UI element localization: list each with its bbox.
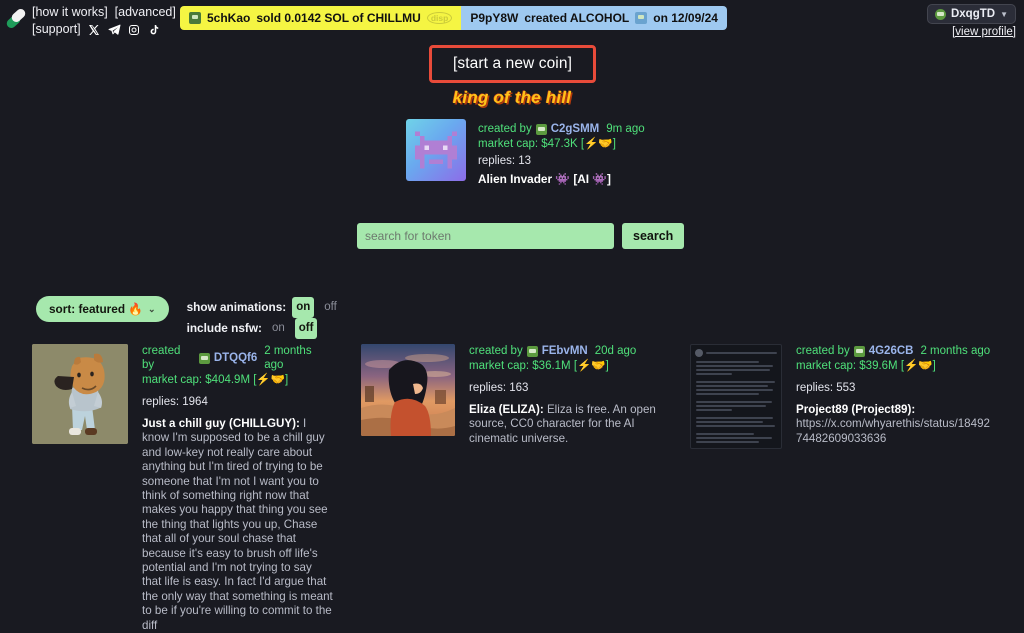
coin-creator-row: created by C2gSMM 9m ago: [478, 122, 645, 136]
creation-age: 9m ago: [606, 123, 645, 135]
market-cap: market cap: $39.6M [⚡🤝]: [796, 360, 936, 372]
coin-description: Project89 (Project89): https://x.com/why…: [796, 403, 991, 446]
creation-age: 2 months ago: [920, 345, 991, 357]
coin-description: Eliza (ELIZA): Eliza is free. An open so…: [469, 403, 662, 446]
include-nsfw-off[interactable]: off: [294, 318, 318, 339]
profile-menu-button[interactable]: DxqgTD ▼: [926, 4, 1016, 24]
space-invader-icon: [406, 119, 466, 181]
coin-creator-row: created by FEbvMN 20d ago: [469, 344, 662, 358]
coin-title: Eliza (ELIZA):: [469, 403, 544, 416]
sort-label: sort: featured 🔥: [49, 302, 144, 316]
nav-links: [how it works] [advanced] [support]: [32, 5, 202, 37]
instagram-icon[interactable]: [128, 23, 141, 36]
include-nsfw-on[interactable]: on: [268, 318, 289, 339]
coin-grid: created by DTQQf6 2 months ago market ca…: [32, 344, 992, 633]
chevron-down-icon: ⌄: [148, 303, 156, 314]
avatar: [853, 345, 865, 357]
coin-title: Project89 (Project89):: [796, 403, 916, 416]
creator-name[interactable]: C2gSMM: [551, 122, 600, 136]
include-nsfw-label: include nsfw:: [186, 321, 262, 335]
created-by-label: created by: [142, 345, 181, 371]
ticker-item[interactable]: 5chKao sold 0.0142 SOL of CHILLMU disp: [180, 6, 462, 30]
coin-creator-row: created by 4G26CB 2 months ago: [796, 344, 991, 358]
market-cap: market cap: $404.9M [⚡🤝]: [142, 374, 289, 386]
coin-card[interactable]: created by 4G26CB 2 months ago market ca…: [690, 344, 991, 633]
start-a-new-coin-button[interactable]: [start a new coin]: [429, 45, 596, 83]
coin-description-text: https://x.com/whyarethis/status/18492744…: [796, 417, 990, 445]
avatar: [526, 345, 538, 357]
top-navigation-bar: [how it works] [advanced] [support] 5chK…: [0, 0, 1024, 38]
replies-count: replies: 13: [478, 155, 532, 167]
avatar: [535, 123, 547, 135]
coin-name: Alien Invader 👾 [AI 👾]: [478, 172, 611, 186]
nav-advanced[interactable]: [advanced]: [115, 5, 176, 19]
profile-area: DxqgTD ▼ [view profile]: [926, 4, 1016, 38]
avatar: [635, 12, 648, 24]
show-animations-off[interactable]: off: [320, 297, 341, 318]
filter-controls: sort: featured 🔥 ⌄ show animations: on o…: [36, 296, 341, 339]
ticker-user: 5chKao: [207, 11, 251, 25]
chill-guy-dog-thumbnail: [32, 344, 128, 444]
chevron-down-icon: ▼: [1000, 9, 1008, 19]
pill-logo-icon[interactable]: [4, 7, 28, 30]
coin-title: Just a chill guy (CHILLGUY):: [142, 417, 300, 430]
show-animations-toggle: show animations: on off: [187, 297, 341, 318]
coin-creator-row: created by DTQQf6 2 months ago: [142, 344, 333, 372]
avatar: [934, 8, 946, 20]
coin-description: Just a chill guy (CHILLGUY): I know I'm …: [142, 417, 333, 633]
avatar: [189, 12, 201, 24]
search-input[interactable]: [357, 223, 614, 249]
ticker-item[interactable]: P9pY8W created ALCOHOL on 12/09/24: [461, 6, 727, 30]
x-twitter-icon[interactable]: [88, 23, 101, 36]
nav-support[interactable]: [support]: [32, 22, 81, 37]
creator-name[interactable]: DTQQf6: [214, 351, 257, 365]
creator-name[interactable]: FEbvMN: [542, 344, 588, 358]
replies-count: replies: 163: [469, 382, 529, 394]
include-nsfw-toggle: include nsfw: on off: [187, 318, 341, 339]
profile-name: DxqgTD: [950, 8, 996, 20]
tiktok-icon[interactable]: [148, 23, 161, 36]
search-bar: search: [357, 223, 685, 249]
creation-age: 20d ago: [594, 345, 637, 357]
ticker-user: P9pY8W: [470, 11, 519, 25]
market-cap: market cap: $36.1M [⚡🤝]: [469, 360, 609, 372]
ticker-tag: disp: [426, 11, 453, 25]
coin-card[interactable]: created by DTQQf6 2 months ago market ca…: [32, 344, 333, 633]
telegram-icon[interactable]: [108, 23, 121, 36]
show-animations-label: show animations:: [186, 300, 287, 314]
tweet-screenshot-thumbnail: [690, 344, 782, 449]
replies-count: replies: 553: [796, 382, 856, 394]
view-profile-link[interactable]: [view profile]: [927, 26, 1016, 38]
created-by-label: created by: [469, 345, 523, 357]
created-by-label: created by: [478, 123, 532, 135]
creation-age: 2 months ago: [264, 345, 312, 371]
nav-how-it-works[interactable]: [how it works]: [32, 5, 108, 19]
king-of-the-hill-title: king of the hill: [452, 88, 572, 107]
coin-card[interactable]: created by FEbvMN 20d ago market cap: $3…: [361, 344, 662, 633]
anime-desert-thumbnail: [361, 344, 455, 436]
ticker-date: on 12/09/24: [653, 11, 718, 25]
coin-description-text: I know I'm supposed to be a chill guy an…: [142, 417, 333, 632]
ticker-action: sold 0.0142 SOL of CHILLMU: [256, 11, 421, 25]
replies-count: replies: 1964: [142, 396, 208, 408]
activity-ticker: 5chKao sold 0.0142 SOL of CHILLMU disp P…: [180, 6, 727, 30]
ticker-action: created ALCOHOL: [524, 11, 630, 25]
market-cap: market cap: $47.3K [⚡🤝]: [478, 138, 616, 150]
creator-name[interactable]: 4G26CB: [869, 344, 914, 358]
search-button[interactable]: search: [622, 223, 685, 249]
king-of-the-hill-card[interactable]: created by C2gSMM 9m ago market cap: $47…: [406, 119, 645, 186]
sort-dropdown[interactable]: sort: featured 🔥 ⌄: [36, 296, 169, 322]
show-animations-on[interactable]: on: [292, 297, 315, 318]
avatar: [198, 352, 210, 364]
created-by-label: created by: [796, 345, 850, 357]
